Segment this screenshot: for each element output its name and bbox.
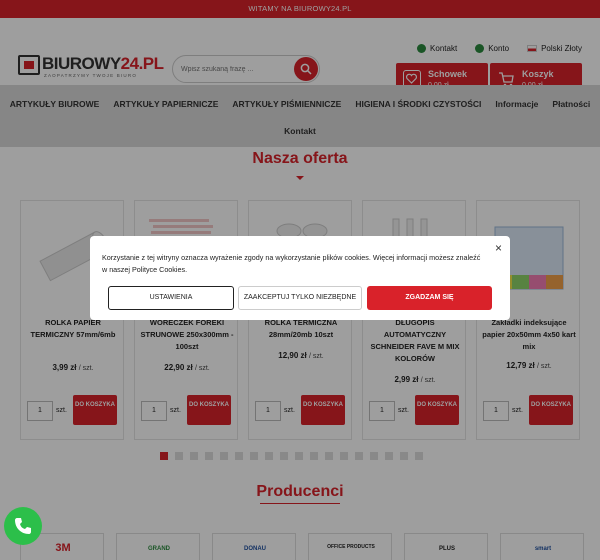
cookie-consent-dialog: × Korzystanie z tej witryny oznacza wyra… xyxy=(90,236,510,320)
accept-all-button[interactable]: ZGADZAM SIĘ xyxy=(367,286,492,310)
cookie-message: Korzystanie z tej witryny oznacza wyraże… xyxy=(102,253,481,274)
accept-necessary-button[interactable]: ZAAKCEPTUJ TYLKO NIEZBĘDNE xyxy=(238,286,362,310)
phone-call-button[interactable] xyxy=(4,507,42,545)
phone-icon xyxy=(15,518,31,534)
cookie-settings-button[interactable]: USTAWIENIA xyxy=(108,286,234,310)
close-icon[interactable]: × xyxy=(495,242,502,254)
